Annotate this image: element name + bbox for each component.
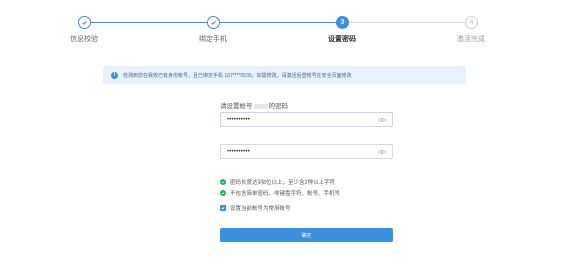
password-rule-length: 密码长度达到8位以上，至少含2种以上字符 [220, 178, 335, 186]
step-1-check-icon [78, 16, 91, 29]
password-input-value: •••••••••• [227, 116, 251, 123]
eye-icon[interactable] [378, 117, 386, 123]
step-label-verify: 信息校验 [70, 36, 98, 43]
default-account-checkbox[interactable] [220, 205, 226, 211]
eye-icon[interactable] [378, 149, 386, 155]
progress-stepper: 3 4 信息校验 绑定手机 设置密码 激活完成 [0, 0, 561, 50]
confirm-password-input[interactable]: •••••••••• [220, 144, 393, 159]
step-connector [219, 22, 336, 23]
info-icon: i [111, 71, 118, 79]
password-form-label: 请设置帐号 的密码 [220, 100, 288, 110]
step-3-number: 3 [336, 16, 349, 29]
step-connector [348, 22, 465, 23]
step-2-check-icon [207, 16, 220, 29]
check-circle-icon [220, 179, 226, 185]
step-label-set-password: 设置密码 [328, 36, 356, 43]
masked-account [253, 103, 268, 109]
info-banner-text: 检测到您在我校已有身份帐号，且已绑定手机 167****0535，如需修改，请激… [123, 72, 352, 79]
confirm-password-input-value: •••••••••• [227, 148, 251, 155]
password-input[interactable]: •••••••••• [220, 112, 393, 127]
check-circle-icon [220, 190, 226, 196]
rule-text: 密码长度达到8位以上，至少含2种以上字符 [230, 180, 336, 186]
label-suffix: 的密码 [268, 103, 289, 110]
default-account-label[interactable]: 设置当前帐号为常用帐号 [230, 204, 291, 212]
default-account-checkbox-row[interactable]: 设置当前帐号为常用帐号 [220, 204, 291, 212]
password-rule-simple: 不包含简单密码、非键盘字符、帐号、手机号 [220, 189, 340, 197]
info-banner: i 检测到您在我校已有身份帐号，且已绑定手机 167****0535，如需修改，… [103, 66, 466, 84]
confirm-button[interactable]: 确定 [220, 228, 393, 242]
step-4-number: 4 [465, 16, 478, 29]
label-prefix: 请设置帐号 [220, 103, 253, 110]
rule-text: 不包含简单密码、非键盘字符、帐号、手机号 [230, 191, 341, 197]
step-connector [90, 22, 207, 23]
step-label-activate: 激活完成 [457, 36, 485, 43]
step-label-bind-phone: 绑定手机 [199, 36, 227, 43]
